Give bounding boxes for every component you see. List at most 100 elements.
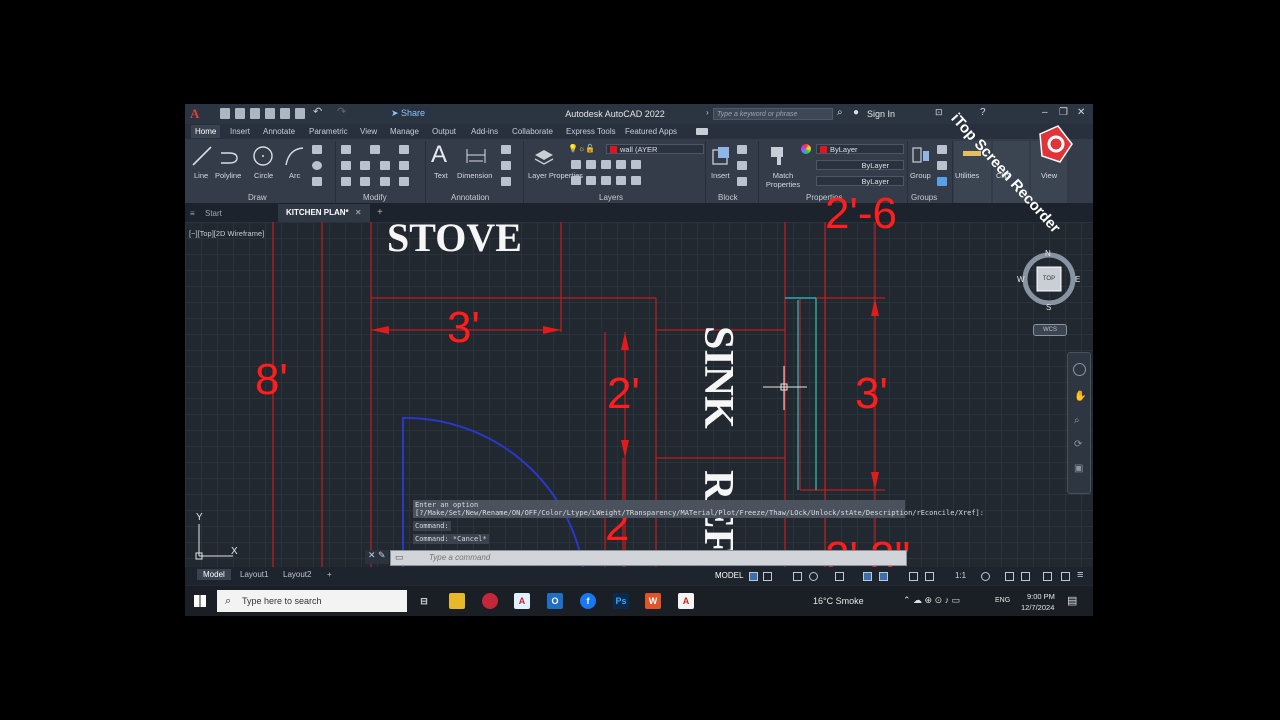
sign-in-button[interactable]: Sign In <box>867 109 895 119</box>
tab-insert[interactable]: Insert <box>230 127 250 136</box>
pan-icon[interactable]: ✋ <box>1074 391 1086 402</box>
compass-south[interactable]: S <box>1046 303 1051 312</box>
dimension-icon[interactable] <box>465 145 487 167</box>
tab-home[interactable]: Home <box>191 125 221 138</box>
rectangle-icon[interactable] <box>312 145 322 154</box>
tab-featured-apps[interactable]: Featured Apps <box>625 127 677 136</box>
wcs-menu[interactable]: WCS <box>1033 324 1067 336</box>
array-icon[interactable] <box>360 177 370 186</box>
snap-icon[interactable] <box>763 572 772 581</box>
viewcube-top-face[interactable]: TOP <box>1040 276 1058 282</box>
block-attributes-icon[interactable] <box>737 177 747 186</box>
orbit-icon[interactable]: ⟳ <box>1074 439 1082 450</box>
share-button[interactable]: ➤ Share <box>391 108 425 119</box>
layer-tool-icon[interactable] <box>601 160 611 169</box>
tab-close-icon[interactable]: ✕ <box>355 208 362 217</box>
new-tab-button[interactable]: + <box>377 207 383 218</box>
layer-tool-icon[interactable] <box>616 176 626 185</box>
showmotion-icon[interactable]: ▣ <box>1074 463 1083 474</box>
tab-annotate[interactable]: Annotate <box>263 127 295 136</box>
trim-icon[interactable] <box>370 145 380 154</box>
layer-tool-icon[interactable] <box>631 176 641 185</box>
autocad-taskbar-icon[interactable]: A <box>514 593 530 609</box>
layer-tool-icon[interactable] <box>616 160 626 169</box>
new-layout-button[interactable]: + <box>327 570 332 579</box>
navigation-bar[interactable]: ✋ ⌕ ⟳ ▣ <box>1067 352 1091 494</box>
table-icon[interactable] <box>501 177 511 186</box>
text-icon[interactable]: A <box>431 141 447 169</box>
match-properties-icon[interactable] <box>769 145 791 167</box>
taskbar-clock[interactable]: 9:00 PM 12/7/2024 <box>1021 591 1055 613</box>
tab-view[interactable]: View <box>360 127 377 136</box>
layer-tool-icon[interactable] <box>586 176 596 185</box>
offset-icon[interactable] <box>399 177 409 186</box>
mirror-icon[interactable] <box>360 161 370 170</box>
search-icon[interactable]: ⌕ <box>837 107 843 118</box>
windows-start-icon[interactable] <box>194 595 206 607</box>
groups-panel-label[interactable]: Groups <box>911 193 937 202</box>
annotation-monitor-icon[interactable] <box>1005 572 1014 581</box>
layer-tool-icon[interactable] <box>601 176 611 185</box>
layers-panel-label[interactable]: Layers <box>599 193 623 202</box>
tab-kitchen-plan[interactable]: KITCHEN PLAN* ✕ <box>278 204 370 222</box>
polar-icon[interactable] <box>809 572 818 581</box>
create-block-icon[interactable] <box>737 145 747 154</box>
leader-icon[interactable] <box>501 145 511 154</box>
cart-icon[interactable]: ⊡ <box>935 107 943 118</box>
taskbar-search-input[interactable]: ⌕ Type here to search <box>217 590 407 612</box>
stretch-icon[interactable] <box>380 177 390 186</box>
linetype-dropdown[interactable]: ByLayer <box>816 160 904 170</box>
outlook-icon[interactable]: O <box>547 593 563 609</box>
customize-icon[interactable]: ✎ <box>378 550 386 561</box>
block-panel-label[interactable]: Block <box>718 193 738 202</box>
layer-dropdown[interactable]: wall (AYER <box>606 144 704 154</box>
tab-add-ins[interactable]: Add-ins <box>471 127 498 136</box>
wps-icon[interactable]: W <box>645 593 661 609</box>
tab-model[interactable]: Model <box>197 569 231 580</box>
help-search-input[interactable]: Type a keyword or phrase <box>713 108 833 120</box>
steering-wheel-icon[interactable] <box>1073 363 1086 376</box>
command-line[interactable]: ▭ <box>390 550 907 566</box>
language-indicator[interactable]: ENG <box>995 597 1010 604</box>
command-prompt-icon[interactable]: ▭ <box>395 552 404 563</box>
tab-manage[interactable]: Manage <box>390 127 419 136</box>
plot-icon[interactable] <box>295 108 305 119</box>
modify-panel-label[interactable]: Modify <box>363 193 387 202</box>
hatch-icon[interactable] <box>312 177 322 186</box>
compass-east[interactable]: E <box>1075 275 1080 284</box>
open-file-icon[interactable] <box>235 108 245 119</box>
tab-layout2[interactable]: Layout2 <box>283 570 311 579</box>
layer-tool-icon[interactable] <box>586 160 596 169</box>
close-command-icon[interactable]: ✕ <box>368 550 376 561</box>
insert-block-icon[interactable] <box>710 145 732 167</box>
compass-west[interactable]: W <box>1017 275 1025 284</box>
menu-icon[interactable]: ≡ <box>190 209 195 218</box>
polyline-icon[interactable] <box>219 145 241 167</box>
workspace-gear-icon[interactable] <box>981 572 990 581</box>
annotation-visibility-icon[interactable] <box>909 572 918 581</box>
zoom-icon[interactable]: ⌕ <box>1074 415 1080 426</box>
autocad-logo-icon[interactable]: A <box>190 106 199 122</box>
redo-icon[interactable]: ↷ <box>337 105 347 118</box>
fullscreen-icon[interactable] <box>1061 572 1070 581</box>
multileader-icon[interactable] <box>501 161 511 170</box>
arc-icon[interactable] <box>283 145 305 167</box>
tab-parametric[interactable]: Parametric <box>309 127 348 136</box>
layer-properties-icon[interactable] <box>533 145 555 167</box>
units-icon[interactable] <box>1021 572 1030 581</box>
save-as-icon[interactable] <box>265 108 275 119</box>
close-button[interactable]: ✕ <box>1077 107 1085 118</box>
screen-recorder-icon[interactable] <box>482 593 498 609</box>
search-chevron-icon[interactable]: › <box>706 108 709 117</box>
isolate-objects-icon[interactable] <box>1043 572 1052 581</box>
help-icon[interactable]: ? <box>980 107 986 118</box>
web-mobile-icon[interactable] <box>280 108 290 119</box>
customization-menu-icon[interactable]: ≡ <box>1077 569 1083 581</box>
file-explorer-icon[interactable] <box>449 593 465 609</box>
maximize-button[interactable]: ❐ <box>1059 107 1068 118</box>
tab-start[interactable]: Start <box>205 209 222 218</box>
save-icon[interactable] <box>250 108 260 119</box>
undo-icon[interactable]: ↶ <box>313 105 323 118</box>
edit-block-icon[interactable] <box>737 161 747 170</box>
fillet-icon[interactable] <box>380 161 390 170</box>
